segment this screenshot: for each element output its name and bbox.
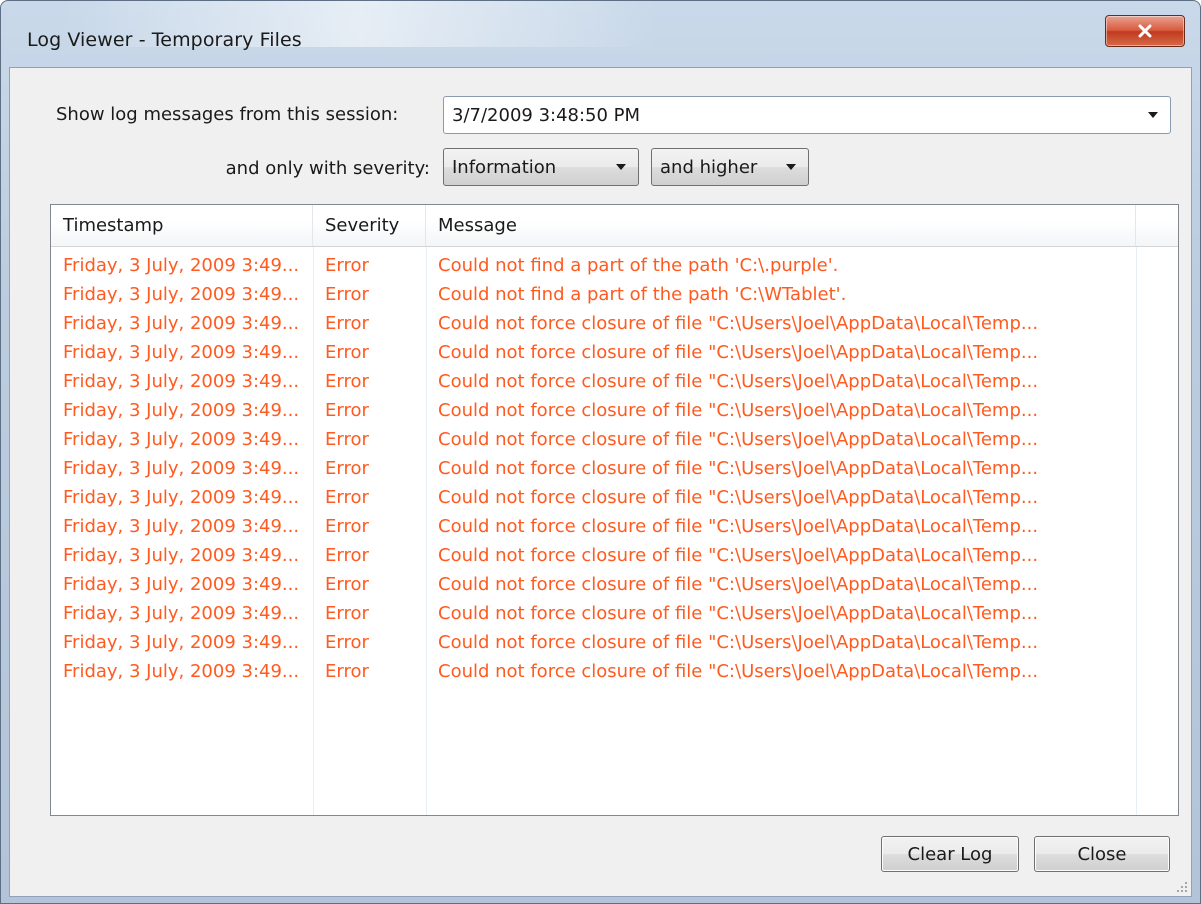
cell-timestamp: Friday, 3 July, 2009 3:49... bbox=[63, 429, 300, 450]
dialog-client-area: Show log messages from this session: 3/7… bbox=[9, 67, 1192, 897]
session-dropdown[interactable]: 3/7/2009 3:48:50 PM bbox=[443, 96, 1171, 134]
cell-severity: Error bbox=[325, 400, 369, 421]
close-button[interactable]: Close bbox=[1034, 836, 1170, 872]
cell-timestamp: Friday, 3 July, 2009 3:49... bbox=[63, 661, 300, 682]
table-row[interactable]: Friday, 3 July, 2009 3:49... Error Could n… bbox=[51, 396, 1178, 425]
cell-severity: Error bbox=[325, 342, 369, 363]
cell-message: Could not force closure of file "C:\User… bbox=[438, 313, 1039, 334]
table-row[interactable]: Friday, 3 July, 2009 3:49... Error Could n… bbox=[51, 251, 1178, 280]
cell-severity: Error bbox=[325, 487, 369, 508]
table-row[interactable]: Friday, 3 July, 2009 3:49... Error Could n… bbox=[51, 541, 1178, 570]
severity-scope-value: and higher bbox=[660, 156, 758, 178]
log-list-header: Timestamp Severity Message bbox=[51, 205, 1178, 247]
cell-message: Could not force closure of file "C:\User… bbox=[438, 458, 1039, 479]
severity-label: and only with severity: bbox=[225, 158, 430, 179]
clear-log-button[interactable]: Clear Log bbox=[881, 836, 1019, 872]
cell-severity: Error bbox=[325, 661, 369, 682]
cell-timestamp: Friday, 3 July, 2009 3:49... bbox=[63, 371, 300, 392]
cell-severity: Error bbox=[325, 545, 369, 566]
close-x-icon bbox=[1138, 24, 1152, 38]
cell-message: Could not force closure of file "C:\User… bbox=[438, 516, 1039, 537]
cell-message: Could not find a part of the path 'C:\WT… bbox=[438, 284, 847, 305]
cell-message: Could not force closure of file "C:\User… bbox=[438, 371, 1039, 392]
cell-message: Could not force closure of file "C:\User… bbox=[438, 632, 1039, 653]
session-value: 3/7/2009 3:48:50 PM bbox=[452, 104, 641, 126]
column-header-message[interactable]: Message bbox=[426, 205, 1136, 246]
log-viewer-window: Log Viewer - Temporary Files Show log me… bbox=[0, 0, 1201, 904]
cell-timestamp: Friday, 3 July, 2009 3:49... bbox=[63, 545, 300, 566]
table-row[interactable]: Friday, 3 July, 2009 3:49... Error Could n… bbox=[51, 570, 1178, 599]
cell-timestamp: Friday, 3 July, 2009 3:49... bbox=[63, 603, 300, 624]
cell-timestamp: Friday, 3 July, 2009 3:49... bbox=[63, 574, 300, 595]
table-row[interactable]: Friday, 3 July, 2009 3:49... Error Could n… bbox=[51, 657, 1178, 686]
table-row[interactable]: Friday, 3 July, 2009 3:49... Error Could n… bbox=[51, 512, 1178, 541]
cell-severity: Error bbox=[325, 458, 369, 479]
cell-severity: Error bbox=[325, 429, 369, 450]
table-row[interactable]: Friday, 3 July, 2009 3:49... Error Could n… bbox=[51, 483, 1178, 512]
cell-severity: Error bbox=[325, 313, 369, 334]
severity-dropdown[interactable]: Information bbox=[443, 148, 639, 186]
cell-severity: Error bbox=[325, 516, 369, 537]
resize-grip-icon[interactable] bbox=[1173, 878, 1187, 892]
table-row[interactable]: Friday, 3 July, 2009 3:49... Error Could n… bbox=[51, 338, 1178, 367]
cell-message: Could not force closure of file "C:\User… bbox=[438, 574, 1039, 595]
cell-timestamp: Friday, 3 July, 2009 3:49... bbox=[63, 632, 300, 653]
severity-value: Information bbox=[452, 156, 557, 178]
cell-timestamp: Friday, 3 July, 2009 3:49... bbox=[63, 342, 300, 363]
chevron-down-icon bbox=[1148, 112, 1158, 118]
cell-severity: Error bbox=[325, 284, 369, 305]
cell-timestamp: Friday, 3 July, 2009 3:49... bbox=[63, 458, 300, 479]
chevron-down-icon bbox=[786, 164, 796, 170]
cell-timestamp: Friday, 3 July, 2009 3:49... bbox=[63, 284, 300, 305]
table-row[interactable]: Friday, 3 July, 2009 3:49... Error Could n… bbox=[51, 599, 1178, 628]
column-header-timestamp[interactable]: Timestamp bbox=[51, 205, 313, 246]
table-row[interactable]: Friday, 3 July, 2009 3:49... Error Could n… bbox=[51, 367, 1178, 396]
cell-severity: Error bbox=[325, 255, 369, 276]
cell-timestamp: Friday, 3 July, 2009 3:49... bbox=[63, 400, 300, 421]
window-close-button[interactable] bbox=[1105, 15, 1185, 47]
cell-message: Could not force closure of file "C:\User… bbox=[438, 429, 1039, 450]
cell-severity: Error bbox=[325, 574, 369, 595]
table-row[interactable]: Friday, 3 July, 2009 3:49... Error Could n… bbox=[51, 309, 1178, 338]
table-row[interactable]: Friday, 3 July, 2009 3:49... Error Could n… bbox=[51, 425, 1178, 454]
table-row[interactable]: Friday, 3 July, 2009 3:49... Error Could n… bbox=[51, 628, 1178, 657]
cell-message: Could not force closure of file "C:\User… bbox=[438, 487, 1039, 508]
table-row[interactable]: Friday, 3 July, 2009 3:49... Error Could n… bbox=[51, 280, 1178, 309]
cell-timestamp: Friday, 3 July, 2009 3:49... bbox=[63, 255, 300, 276]
cell-message: Could not force closure of file "C:\User… bbox=[438, 661, 1039, 682]
cell-message: Could not force closure of file "C:\User… bbox=[438, 400, 1039, 421]
cell-timestamp: Friday, 3 July, 2009 3:49... bbox=[63, 487, 300, 508]
log-rows: Friday, 3 July, 2009 3:49... Error Could n… bbox=[51, 251, 1178, 686]
log-list[interactable]: Timestamp Severity Message Friday, 3 Jul… bbox=[50, 204, 1179, 816]
column-header-severity[interactable]: Severity bbox=[313, 205, 426, 246]
session-label: Show log messages from this session: bbox=[56, 104, 399, 125]
cell-severity: Error bbox=[325, 371, 369, 392]
cell-timestamp: Friday, 3 July, 2009 3:49... bbox=[63, 516, 300, 537]
chevron-down-icon bbox=[616, 164, 626, 170]
window-title: Log Viewer - Temporary Files bbox=[27, 29, 302, 51]
cell-message: Could not force closure of file "C:\User… bbox=[438, 603, 1039, 624]
cell-message: Could not force closure of file "C:\User… bbox=[438, 545, 1039, 566]
table-row[interactable]: Friday, 3 July, 2009 3:49... Error Could n… bbox=[51, 454, 1178, 483]
cell-severity: Error bbox=[325, 632, 369, 653]
cell-message: Could not force closure of file "C:\User… bbox=[438, 342, 1039, 363]
cell-message: Could not find a part of the path 'C:\.p… bbox=[438, 255, 839, 276]
cell-severity: Error bbox=[325, 603, 369, 624]
severity-scope-dropdown[interactable]: and higher bbox=[651, 148, 809, 186]
cell-timestamp: Friday, 3 July, 2009 3:49... bbox=[63, 313, 300, 334]
